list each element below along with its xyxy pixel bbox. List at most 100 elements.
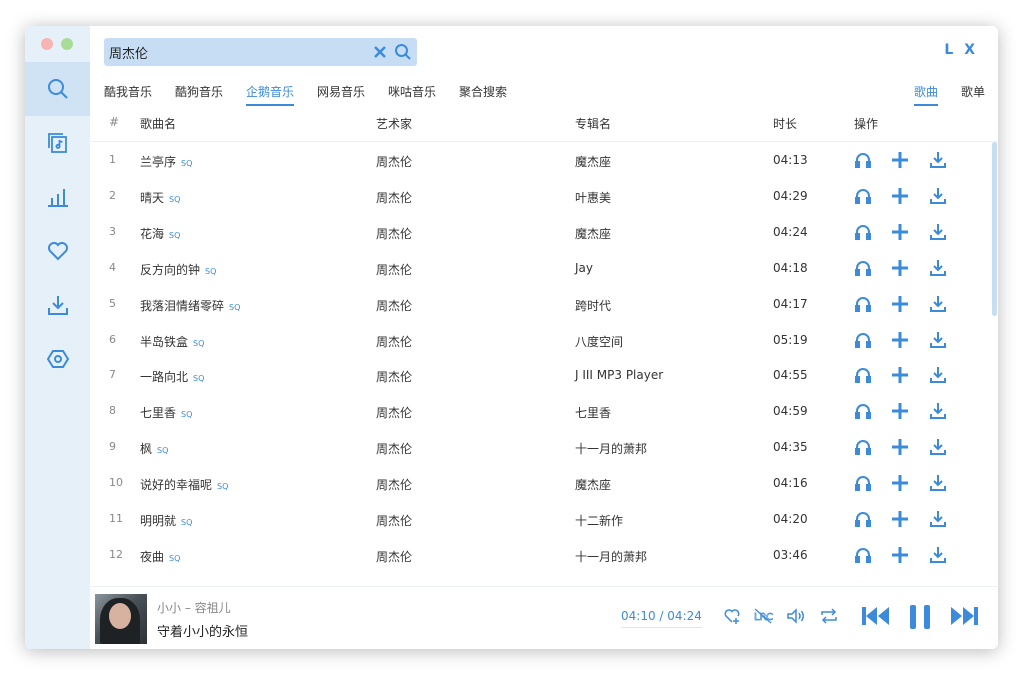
search-box[interactable]: 周杰伦 bbox=[104, 38, 417, 66]
add-icon[interactable] bbox=[891, 366, 909, 384]
download-icon[interactable] bbox=[929, 474, 947, 492]
song-album: 魔杰座 bbox=[575, 226, 612, 241]
song-title-text: 夜曲 bbox=[140, 549, 165, 564]
window-close-dot[interactable] bbox=[41, 38, 53, 50]
download-icon[interactable] bbox=[929, 295, 947, 313]
sidebar-item-download[interactable] bbox=[25, 278, 90, 332]
tab-source-aggregate[interactable]: 聚合搜索 bbox=[459, 83, 507, 100]
song-title[interactable]: 兰亭序 SQ bbox=[140, 153, 192, 170]
sidebar-item-playlist[interactable] bbox=[25, 116, 90, 170]
table-row[interactable]: 1 兰亭序 SQ 周杰伦 魔杰座 04:13 bbox=[90, 142, 998, 178]
table-row[interactable]: 3 花海 SQ 周杰伦 魔杰座 04:24 bbox=[90, 214, 998, 250]
download-icon[interactable] bbox=[929, 438, 947, 456]
song-title[interactable]: 反方向的钟 SQ bbox=[140, 261, 216, 278]
search-submit-icon[interactable] bbox=[394, 43, 412, 61]
sidebar-item-leaderboard[interactable] bbox=[25, 170, 90, 224]
download-icon[interactable] bbox=[929, 546, 947, 564]
listen-icon[interactable] bbox=[854, 259, 872, 277]
song-title[interactable]: 晴天 SQ bbox=[140, 189, 180, 206]
song-title[interactable]: 花海 SQ bbox=[140, 225, 180, 242]
tab-type-playlists[interactable]: 歌单 bbox=[961, 83, 985, 100]
download-icon[interactable] bbox=[929, 366, 947, 384]
download-icon[interactable] bbox=[929, 402, 947, 420]
song-title[interactable]: 我落泪情绪零碎 SQ bbox=[140, 297, 240, 314]
table-row[interactable]: 12 夜曲 SQ 周杰伦 十一月的萧邦 03:46 bbox=[90, 537, 998, 573]
previous-track-icon[interactable] bbox=[861, 605, 891, 627]
table-row[interactable]: 4 反方向的钟 SQ 周杰伦 Jay 04:18 bbox=[90, 250, 998, 286]
column-header-duration: 时长 bbox=[773, 117, 798, 131]
song-artist: 周杰伦 bbox=[376, 334, 413, 349]
listen-icon[interactable] bbox=[854, 510, 872, 528]
table-row[interactable]: 10 说好的幸福呢 SQ 周杰伦 魔杰座 04:16 bbox=[90, 465, 998, 501]
volume-icon[interactable] bbox=[786, 607, 806, 625]
table-row[interactable]: 11 明明就 SQ 周杰伦 十二新作 04:20 bbox=[90, 501, 998, 537]
next-track-icon[interactable] bbox=[949, 605, 979, 627]
table-row[interactable]: 6 半岛铁盒 SQ 周杰伦 八度空间 05:19 bbox=[90, 322, 998, 358]
tab-source-kugou[interactable]: 酷狗音乐 bbox=[175, 83, 223, 100]
song-title[interactable]: 七里香 SQ bbox=[140, 404, 192, 421]
add-icon[interactable] bbox=[891, 402, 909, 420]
add-icon[interactable] bbox=[891, 474, 909, 492]
tab-source-migu[interactable]: 咪咕音乐 bbox=[388, 83, 436, 100]
download-icon[interactable] bbox=[929, 259, 947, 277]
sidebar-item-search[interactable] bbox=[25, 62, 90, 116]
sidebar-item-favorites[interactable] bbox=[25, 224, 90, 278]
listen-icon[interactable] bbox=[854, 402, 872, 420]
song-artist: 周杰伦 bbox=[376, 262, 413, 277]
sidebar-item-settings[interactable] bbox=[25, 332, 90, 386]
tab-type-songs[interactable]: 歌曲 bbox=[914, 83, 939, 106]
add-icon[interactable] bbox=[891, 331, 909, 349]
loop-icon[interactable] bbox=[819, 607, 839, 625]
song-title-text: 一路向北 bbox=[140, 370, 189, 385]
listen-icon[interactable] bbox=[854, 546, 872, 564]
song-title[interactable]: 夜曲 SQ bbox=[140, 548, 180, 565]
download-icon[interactable] bbox=[929, 331, 947, 349]
listen-icon[interactable] bbox=[854, 366, 872, 384]
table-row[interactable]: 9 枫 SQ 周杰伦 十一月的萧邦 04:35 bbox=[90, 429, 998, 465]
song-title[interactable]: 半岛铁盒 SQ bbox=[140, 333, 204, 350]
lyric-toggle-icon[interactable]: LRC bbox=[753, 607, 773, 625]
song-duration: 05:19 bbox=[773, 332, 808, 347]
add-icon[interactable] bbox=[891, 295, 909, 313]
tab-source-kuwo[interactable]: 酷我音乐 bbox=[104, 83, 152, 100]
row-actions bbox=[854, 187, 954, 205]
download-icon[interactable] bbox=[929, 510, 947, 528]
tab-source-qq[interactable]: 企鹅音乐 bbox=[246, 83, 295, 106]
favorite-add-icon[interactable] bbox=[723, 607, 741, 625]
table-row[interactable]: 2 晴天 SQ 周杰伦 叶惠美 04:29 bbox=[90, 178, 998, 214]
table-row[interactable]: 8 七里香 SQ 周杰伦 七里香 04:59 bbox=[90, 393, 998, 429]
add-icon[interactable] bbox=[891, 151, 909, 169]
add-icon[interactable] bbox=[891, 438, 909, 456]
clear-icon[interactable] bbox=[371, 43, 389, 61]
song-title-text: 我落泪情绪零碎 bbox=[140, 298, 225, 313]
download-icon[interactable] bbox=[929, 223, 947, 241]
download-icon[interactable] bbox=[929, 151, 947, 169]
list-scrollbar[interactable] bbox=[992, 142, 997, 316]
add-icon[interactable] bbox=[891, 546, 909, 564]
window-maximize-dot[interactable] bbox=[61, 38, 73, 50]
table-row[interactable]: 5 我落泪情绪零碎 SQ 周杰伦 跨时代 04:17 bbox=[90, 286, 998, 322]
song-title[interactable]: 说好的幸福呢 SQ bbox=[140, 476, 228, 493]
row-number: 4 bbox=[109, 260, 116, 274]
song-title[interactable]: 一路向北 SQ bbox=[140, 368, 204, 385]
add-icon[interactable] bbox=[891, 259, 909, 277]
listen-icon[interactable] bbox=[854, 295, 872, 313]
table-row[interactable]: 7 一路向北 SQ 周杰伦 J III MP3 Player 04:55 bbox=[90, 357, 998, 393]
row-actions bbox=[854, 366, 954, 384]
add-icon[interactable] bbox=[891, 510, 909, 528]
listen-icon[interactable] bbox=[854, 438, 872, 456]
listen-icon[interactable] bbox=[854, 151, 872, 169]
search-input[interactable]: 周杰伦 bbox=[109, 43, 148, 62]
pause-icon[interactable] bbox=[907, 604, 933, 630]
listen-icon[interactable] bbox=[854, 474, 872, 492]
song-title[interactable]: 明明就 SQ bbox=[140, 512, 192, 529]
album-cover[interactable] bbox=[95, 594, 147, 644]
add-icon[interactable] bbox=[891, 223, 909, 241]
song-title[interactable]: 枫 SQ bbox=[140, 440, 168, 457]
download-icon[interactable] bbox=[929, 187, 947, 205]
listen-icon[interactable] bbox=[854, 223, 872, 241]
tab-source-netease[interactable]: 网易音乐 bbox=[317, 83, 365, 100]
listen-icon[interactable] bbox=[854, 187, 872, 205]
listen-icon[interactable] bbox=[854, 331, 872, 349]
add-icon[interactable] bbox=[891, 187, 909, 205]
